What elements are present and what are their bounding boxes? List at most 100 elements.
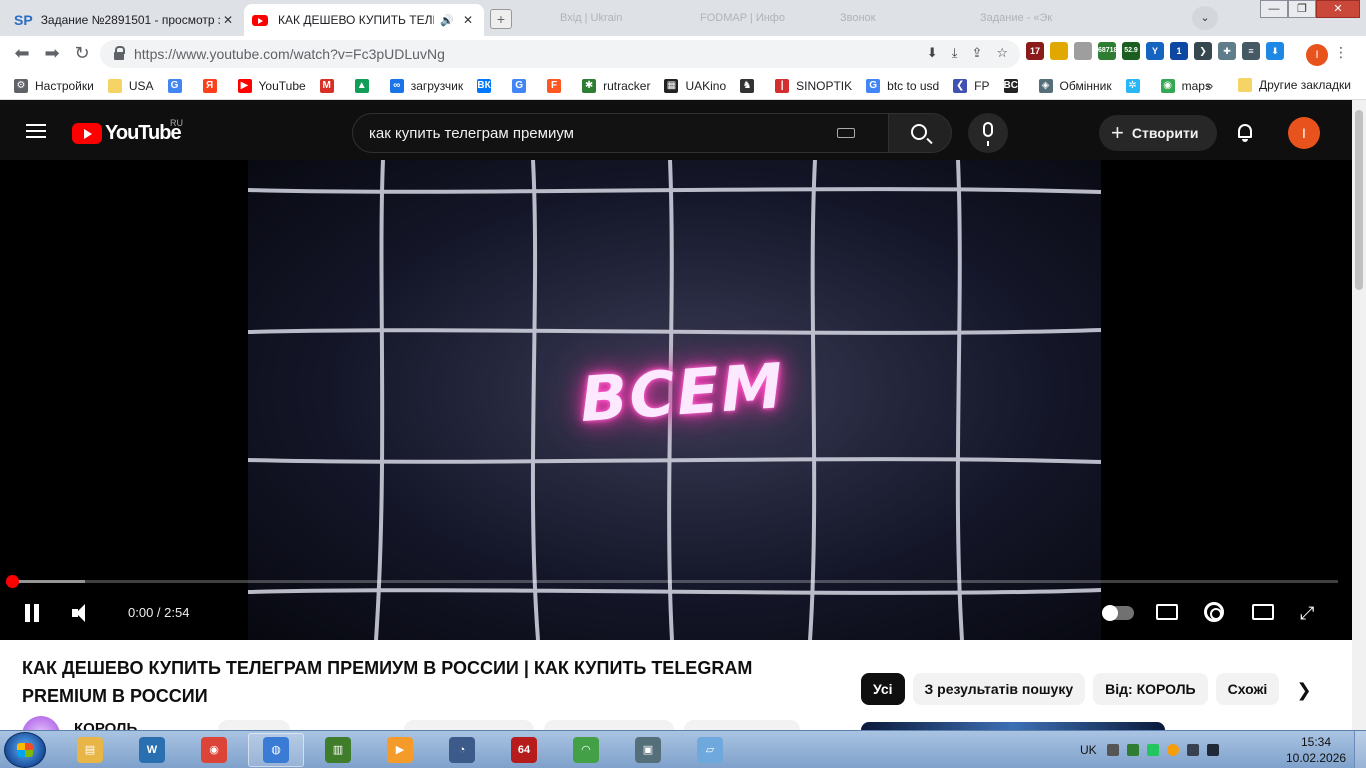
input-language[interactable]: UK — [1080, 743, 1097, 757]
queue-icon[interactable]: ≡ — [1242, 42, 1260, 60]
bookmark-item[interactable]: ▲ — [354, 78, 376, 93]
new-tab-button[interactable]: + — [490, 9, 512, 29]
bookmark-item[interactable]: Gbtc to usd — [866, 78, 939, 93]
start-button[interactable] — [4, 732, 46, 768]
voice-search-button[interactable] — [968, 113, 1008, 153]
bookmark-item[interactable]: M — [319, 78, 341, 93]
minimize-button[interactable]: — — [1260, 0, 1288, 18]
chip-all[interactable]: Усі — [861, 673, 905, 705]
search-query-text[interactable]: как купить телеграм премиум — [369, 125, 574, 142]
bookmark-item[interactable]: G — [512, 78, 533, 93]
tab-task[interactable]: SP Задание №2891501 - просмотр з ✕ — [6, 4, 244, 36]
taskbar-app-explorer[interactable]: ▤ — [62, 733, 118, 767]
maximize-button[interactable]: ❐ — [1288, 0, 1316, 18]
bookmark-item[interactable]: ✲ — [1125, 78, 1147, 93]
close-tab-icon[interactable]: ✕ — [220, 13, 236, 27]
bookmark-item[interactable]: ∞ загрузчик — [389, 78, 463, 93]
bookmark-item[interactable]: Я — [202, 78, 224, 93]
close-window-button[interactable]: ✕ — [1316, 0, 1360, 18]
fullscreen-icon[interactable]: ⤢ — [1300, 604, 1320, 622]
video-frame[interactable]: ВСЕМ — [248, 160, 1101, 640]
extension-badge-icon[interactable]: 1 — [1170, 42, 1188, 60]
status-tray-icon[interactable] — [1146, 744, 1159, 756]
taskbar-app-media-player[interactable]: ▶ — [372, 733, 428, 767]
bookmark-item[interactable]: ▶ YouTube — [237, 78, 306, 93]
gpu-tray-icon[interactable] — [1126, 744, 1139, 756]
bookmark-item[interactable]: BC — [1003, 78, 1025, 93]
taskbar-app-notes[interactable]: ▱ — [682, 733, 738, 767]
page-scrollbar[interactable] — [1352, 100, 1366, 730]
bookmark-item[interactable]: ▦ UAKino — [664, 78, 726, 93]
ltc-price-icon[interactable]: 52.9 — [1122, 42, 1140, 60]
arrow-extension-icon[interactable]: ❯ — [1194, 42, 1212, 60]
downloads-icon[interactable]: ⬇ — [1266, 42, 1284, 60]
btc-price-icon[interactable]: 68718 — [1098, 42, 1117, 60]
taskbar-app-chrome[interactable]: ◉ — [186, 733, 242, 767]
search-button[interactable] — [888, 113, 952, 153]
close-tab-icon[interactable]: ✕ — [460, 13, 476, 27]
more-bookmarks-chevron-icon[interactable]: » — [1206, 78, 1213, 93]
bookmark-item[interactable]: ◈ Обмінник — [1038, 78, 1112, 93]
show-desktop-button[interactable] — [1354, 731, 1366, 768]
bookmark-item[interactable]: | SINOPTIK — [775, 78, 852, 93]
browser-menu-icon[interactable]: ⋮ — [1334, 44, 1348, 61]
bookmark-item[interactable]: ◉ maps — [1160, 78, 1211, 93]
bookmark-item[interactable]: ❮ FP — [953, 78, 990, 93]
background-tab[interactable]: Вхід | Ukrain — [560, 12, 622, 24]
taskbar-app-speedometer[interactable]: ◠ — [558, 733, 614, 767]
shield-extension-icon[interactable] — [1050, 42, 1068, 60]
scrollbar-thumb[interactable] — [1355, 110, 1363, 290]
chip-from-channel[interactable]: Від: КОРОЛЬ — [1093, 673, 1208, 705]
chip-related[interactable]: Схожі — [1215, 673, 1280, 705]
y-extension-icon[interactable]: Y — [1146, 42, 1164, 60]
settings-gear-icon[interactable] — [1204, 602, 1224, 622]
bookmark-item[interactable]: G — [167, 78, 189, 93]
taskbar-app-clock-app[interactable]: ◔ — [434, 733, 490, 767]
keyboard-tray-icon[interactable] — [1106, 744, 1119, 756]
taskbar-app-gpu-z[interactable]: ▥ — [310, 733, 366, 767]
create-button[interactable]: + Створити — [1099, 115, 1217, 151]
chip-from-search[interactable]: З результатів пошуку — [912, 673, 1086, 705]
background-tab[interactable]: FODMAP | Инфо — [700, 12, 785, 24]
reload-icon[interactable]: ↻ — [70, 43, 94, 64]
lock-icon[interactable] — [114, 46, 125, 60]
subtitles-icon[interactable] — [1156, 604, 1178, 620]
taskbar-app-aida64[interactable]: 64 — [496, 733, 552, 767]
taskbar-app-remote-desktop[interactable]: ▣ — [620, 733, 676, 767]
theater-mode-icon[interactable] — [1252, 604, 1274, 620]
tab-youtube-active[interactable]: КАК ДЕШЕВО КУПИТЬ ТЕЛЕГ 🔊 ✕ — [244, 4, 484, 36]
share-icon[interactable]: ⇪ — [971, 45, 982, 61]
bookmark-item[interactable]: USA — [107, 78, 154, 93]
bookmark-item[interactable]: ✱ rutracker — [582, 78, 650, 93]
url-text[interactable]: https://www.youtube.com/watch?v=Fc3pUDLu… — [134, 46, 445, 62]
bookmark-item[interactable]: F — [547, 78, 568, 93]
taskbar-app-network[interactable]: ◍ — [248, 733, 304, 767]
pause-icon[interactable] — [24, 604, 40, 622]
volume-icon[interactable] — [72, 604, 92, 622]
notifications-bell-icon[interactable] — [1236, 122, 1254, 142]
system-clock[interactable]: 15:34 10.02.2026 — [1286, 734, 1346, 766]
chips-next-chevron-icon[interactable]: ❯ — [1292, 678, 1316, 702]
progress-bar[interactable] — [6, 575, 1338, 588]
taskbar-app-wise-care[interactable]: W — [124, 733, 180, 767]
address-bar[interactable]: https://www.youtube.com/watch?v=Fc3pUDLu… — [100, 40, 1020, 68]
account-avatar[interactable]: I — [1288, 117, 1320, 149]
install-icon[interactable]: ⤓ — [952, 45, 958, 61]
puzzle-extensions-icon[interactable]: ✚ — [1218, 42, 1236, 60]
download-icon[interactable]: ⬇ — [927, 45, 938, 61]
youtube-logo[interactable]: YouTube — [72, 122, 182, 145]
volume-tray-icon[interactable] — [1206, 744, 1219, 756]
extension-icon[interactable] — [1074, 42, 1092, 60]
background-tab[interactable]: Задание - «Эк — [980, 12, 1052, 24]
menu-hamburger-icon[interactable] — [26, 124, 46, 138]
other-bookmarks-folder[interactable]: Другие закладки — [1238, 78, 1351, 92]
profile-avatar[interactable]: I — [1306, 44, 1328, 66]
bookmark-item[interactable]: ВК — [477, 78, 498, 93]
network-tray-icon[interactable] — [1186, 744, 1199, 756]
search-input[interactable]: как купить телеграм премиум — [352, 113, 890, 153]
bookmark-item[interactable]: ⚙ Настройки — [14, 78, 94, 93]
back-arrow-icon[interactable]: ⬅ — [10, 43, 34, 64]
forward-arrow-icon[interactable]: ➡ — [40, 43, 64, 64]
tab-search-dropdown-icon[interactable]: ⌄ — [1192, 6, 1218, 30]
bookmark-item[interactable]: ♞ — [740, 78, 761, 93]
